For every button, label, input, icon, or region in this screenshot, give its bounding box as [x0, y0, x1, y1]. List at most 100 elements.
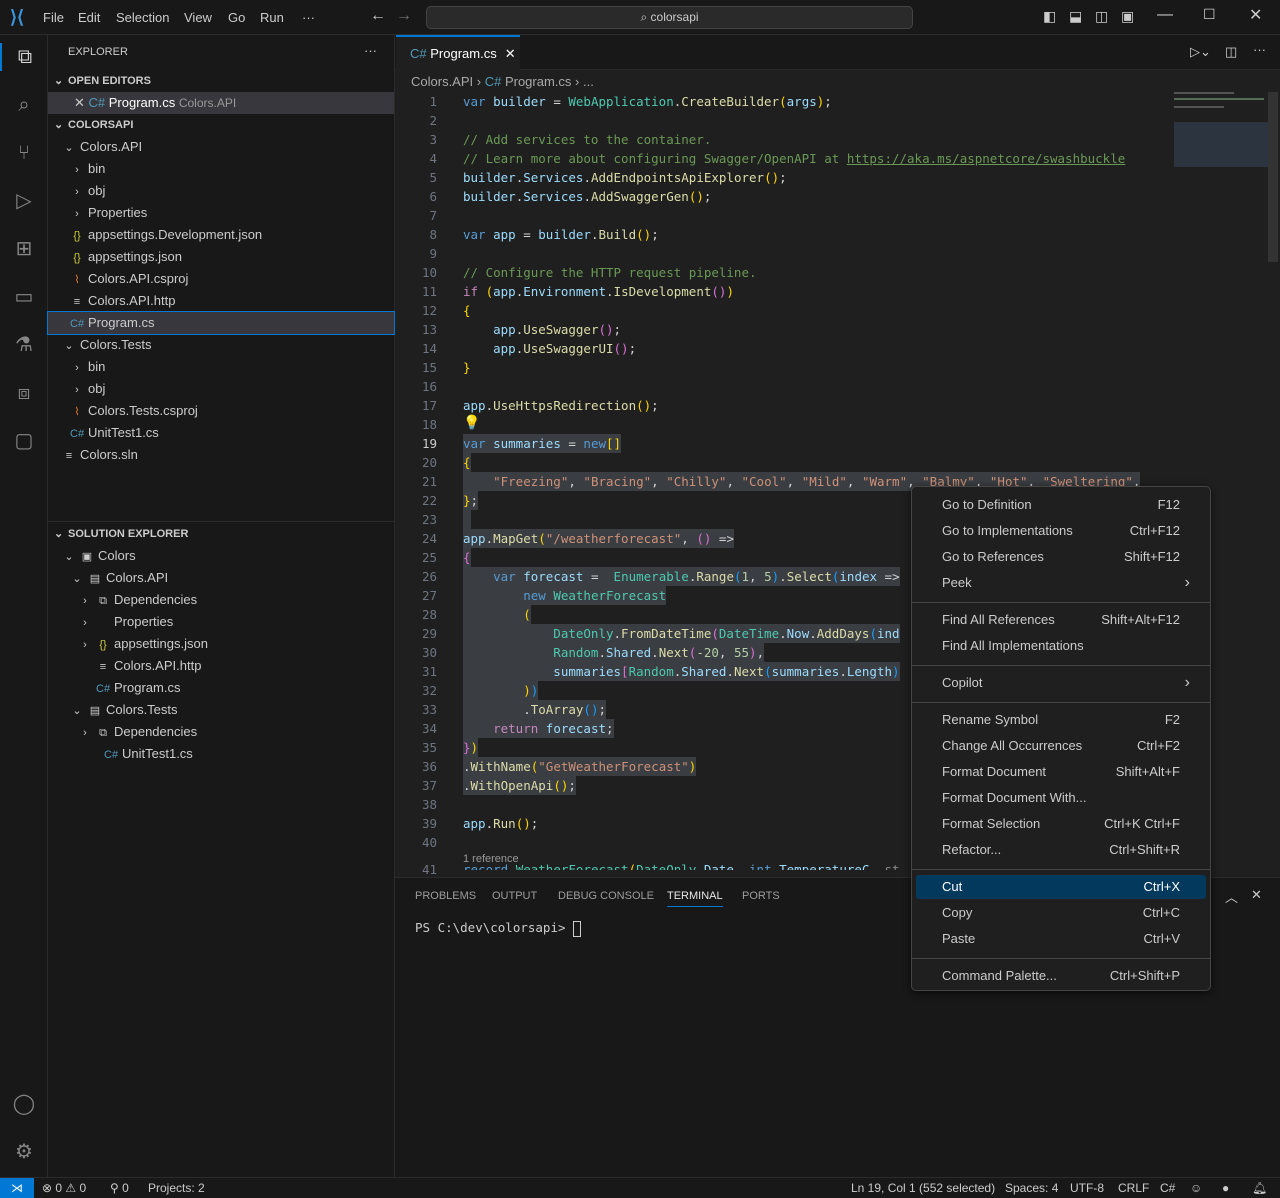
code-line[interactable]: return forecast;: [463, 719, 614, 738]
open-editor-item[interactable]: ✕ C# Program.cs Colors.API: [48, 92, 394, 114]
menu-[interactable]: ···: [302, 10, 315, 25]
tree-item[interactable]: › {} appsettings.json: [48, 633, 394, 655]
code-line[interactable]: app.UseHttpsRedirection();: [463, 396, 659, 415]
tree-item[interactable]: {} appsettings.Development.json: [48, 224, 394, 246]
breadcrumb-item[interactable]: Program.cs: [505, 74, 571, 89]
menu-run[interactable]: Run: [260, 10, 284, 25]
panel-tab-debug-console[interactable]: DEBUG CONSOLE: [558, 890, 654, 902]
menu-item-format-selection[interactable]: Format Selection Ctrl+K Ctrl+F: [916, 812, 1206, 836]
code-line[interactable]: };: [463, 491, 479, 510]
menu-item-cut[interactable]: Cut Ctrl+X: [916, 875, 1206, 899]
forward-icon[interactable]: →: [396, 7, 412, 25]
feedback-icon[interactable]: ●: [1222, 1178, 1229, 1198]
menu-item-copy[interactable]: Copy Ctrl+C: [916, 901, 1206, 925]
code-line[interactable]: app.Run();: [463, 814, 538, 833]
tab-program-cs[interactable]: C# Program.cs ✕: [396, 35, 520, 70]
testing-icon[interactable]: ⚗: [10, 331, 38, 359]
menu-item-find-all-implementations[interactable]: Find All Implementations: [916, 634, 1206, 658]
code-line[interactable]: app.MapGet("/weatherforecast", () =>: [463, 529, 734, 548]
source-control-icon[interactable]: ⑂: [10, 139, 38, 167]
code-line[interactable]: {: [463, 453, 471, 472]
code-line[interactable]: if (app.Environment.IsDevelopment()): [463, 282, 734, 301]
code-line[interactable]: .WithName("GetWeatherForecast"): [463, 757, 697, 776]
minimap[interactable]: [1170, 92, 1268, 192]
chevron-right-icon[interactable]: ›: [78, 590, 92, 612]
menu-item-peek[interactable]: Peek ›: [916, 571, 1206, 595]
chevron-right-icon[interactable]: ›: [78, 634, 92, 656]
tree-item[interactable]: C# UnitTest1.cs: [48, 743, 394, 765]
codelens-references[interactable]: 1 reference: [463, 853, 519, 865]
terminal[interactable]: PS C:\dev\colorsapi>: [415, 920, 582, 937]
code-line[interactable]: builder.Services.AddEndpointsApiExplorer…: [463, 168, 787, 187]
menu-item-paste[interactable]: Paste Ctrl+V: [916, 927, 1206, 951]
explorer-icon[interactable]: ⧉: [0, 43, 48, 71]
line-ending[interactable]: CRLF: [1118, 1178, 1149, 1198]
more-actions-icon[interactable]: ···: [364, 43, 377, 58]
back-icon[interactable]: ←: [370, 7, 386, 25]
more-actions-icon[interactable]: ···: [1253, 42, 1266, 57]
account-icon[interactable]: ◯: [10, 1090, 38, 1118]
code-line[interactable]: var forecast = Enumerable.Range(1, 5).Se…: [463, 567, 900, 586]
copilot-icon[interactable]: ☺: [1190, 1178, 1202, 1198]
settings-gear-icon[interactable]: ⚙: [10, 1138, 38, 1166]
ports-status[interactable]: ⚲ 0: [110, 1178, 129, 1198]
toggle-secondary-sidebar-icon[interactable]: ◫: [1095, 8, 1108, 25]
menu-item-go-to-references[interactable]: Go to References Shift+F12: [916, 545, 1206, 569]
run-debug-icon[interactable]: ▷: [10, 187, 38, 215]
open-editors-header[interactable]: ⌄ OPEN EDITORS: [48, 70, 394, 92]
code-line[interactable]: var app = builder.Build();: [463, 225, 659, 244]
code-line[interactable]: app.UseSwaggerUI();: [463, 339, 636, 358]
tree-item[interactable]: C# Program.cs: [47, 311, 395, 335]
menu-view[interactable]: View: [184, 10, 212, 25]
tree-item[interactable]: ⌄ Colors.Tests: [48, 334, 394, 356]
code-line[interactable]: .WithOpenApi();: [463, 776, 576, 795]
toggle-panel-icon[interactable]: ⬓: [1069, 8, 1082, 25]
tree-item[interactable]: › Properties: [48, 202, 394, 224]
split-editor-icon[interactable]: ◫: [1225, 44, 1237, 60]
code-line[interactable]: var summaries = new[]: [463, 434, 622, 453]
tree-item[interactable]: ≡ Colors.API.http: [48, 290, 394, 312]
tree-item[interactable]: C# UnitTest1.cs: [48, 422, 394, 444]
code-line[interactable]: DateOnly.FromDateTime(DateTime.Now.AddDa…: [463, 624, 900, 643]
maximize-panel-icon[interactable]: ︿: [1225, 887, 1238, 906]
notifications-bell-icon[interactable]: 🔔︎: [1252, 1178, 1267, 1198]
remote-explorer-icon[interactable]: ▭: [10, 283, 38, 311]
tree-item[interactable]: › Properties: [48, 611, 394, 633]
chevron-down-icon[interactable]: ⌄: [62, 546, 76, 568]
tree-item[interactable]: C# Program.cs: [48, 677, 394, 699]
menu-item-copilot[interactable]: Copilot ›: [916, 671, 1206, 695]
code-line[interactable]: builder.Services.AddSwaggerGen();: [463, 187, 711, 206]
code-line[interactable]: .ToArray();: [463, 700, 607, 719]
tree-item[interactable]: › obj: [48, 378, 394, 400]
vertical-scrollbar[interactable]: [1268, 92, 1278, 262]
command-center-search[interactable]: ⌕ colorsapi: [426, 6, 913, 29]
solution-explorer-header[interactable]: ⌄ SOLUTION EXPLORER: [48, 523, 394, 545]
code-line[interactable]: Random.Shared.Next(-20, 55),: [463, 643, 765, 662]
code-line[interactable]: // Add services to the container.: [463, 130, 711, 149]
code-line[interactable]: // Configure the HTTP request pipeline.: [463, 263, 757, 282]
code-line[interactable]: (: [463, 605, 531, 624]
breadcrumb-item[interactable]: Colors.API: [411, 74, 473, 89]
menu-item-go-to-definition[interactable]: Go to Definition F12: [916, 493, 1206, 517]
language-mode[interactable]: C#: [1160, 1178, 1175, 1198]
code-line[interactable]: var builder = WebApplication.CreateBuild…: [463, 92, 832, 111]
tree-item[interactable]: ⌄ ▣ Colors: [48, 545, 394, 567]
tree-item[interactable]: ⌄ ▤ Colors.Tests: [48, 699, 394, 721]
chevron-down-icon[interactable]: ⌄: [70, 700, 84, 722]
tree-item[interactable]: ≡ Colors.sln: [48, 444, 394, 466]
projects-status[interactable]: Projects: 2: [148, 1178, 205, 1198]
menu-item-command-palette[interactable]: Command Palette... Ctrl+Shift+P: [916, 964, 1206, 988]
folder-header[interactable]: ⌄ COLORSAPI: [48, 114, 394, 136]
chat-icon[interactable]: ▢: [10, 427, 38, 455]
code-line[interactable]: new WeatherForecast: [463, 586, 667, 605]
menu-item-refactor[interactable]: Refactor... Ctrl+Shift+R: [916, 838, 1206, 862]
solution-icon[interactable]: ⧈: [10, 379, 38, 407]
code-line[interactable]: app.UseSwagger();: [463, 320, 621, 339]
code-line[interactable]: {: [463, 301, 471, 320]
tree-item[interactable]: › ⧉ Dependencies: [48, 721, 394, 743]
tree-item[interactable]: ⌇ Colors.API.csproj: [48, 268, 394, 290]
breadcrumb-item[interactable]: ...: [583, 74, 594, 89]
code-line[interactable]: }): [463, 738, 479, 757]
panel-tab-ports[interactable]: PORTS: [742, 890, 780, 902]
menu-item-format-document-with[interactable]: Format Document With...: [916, 786, 1206, 810]
